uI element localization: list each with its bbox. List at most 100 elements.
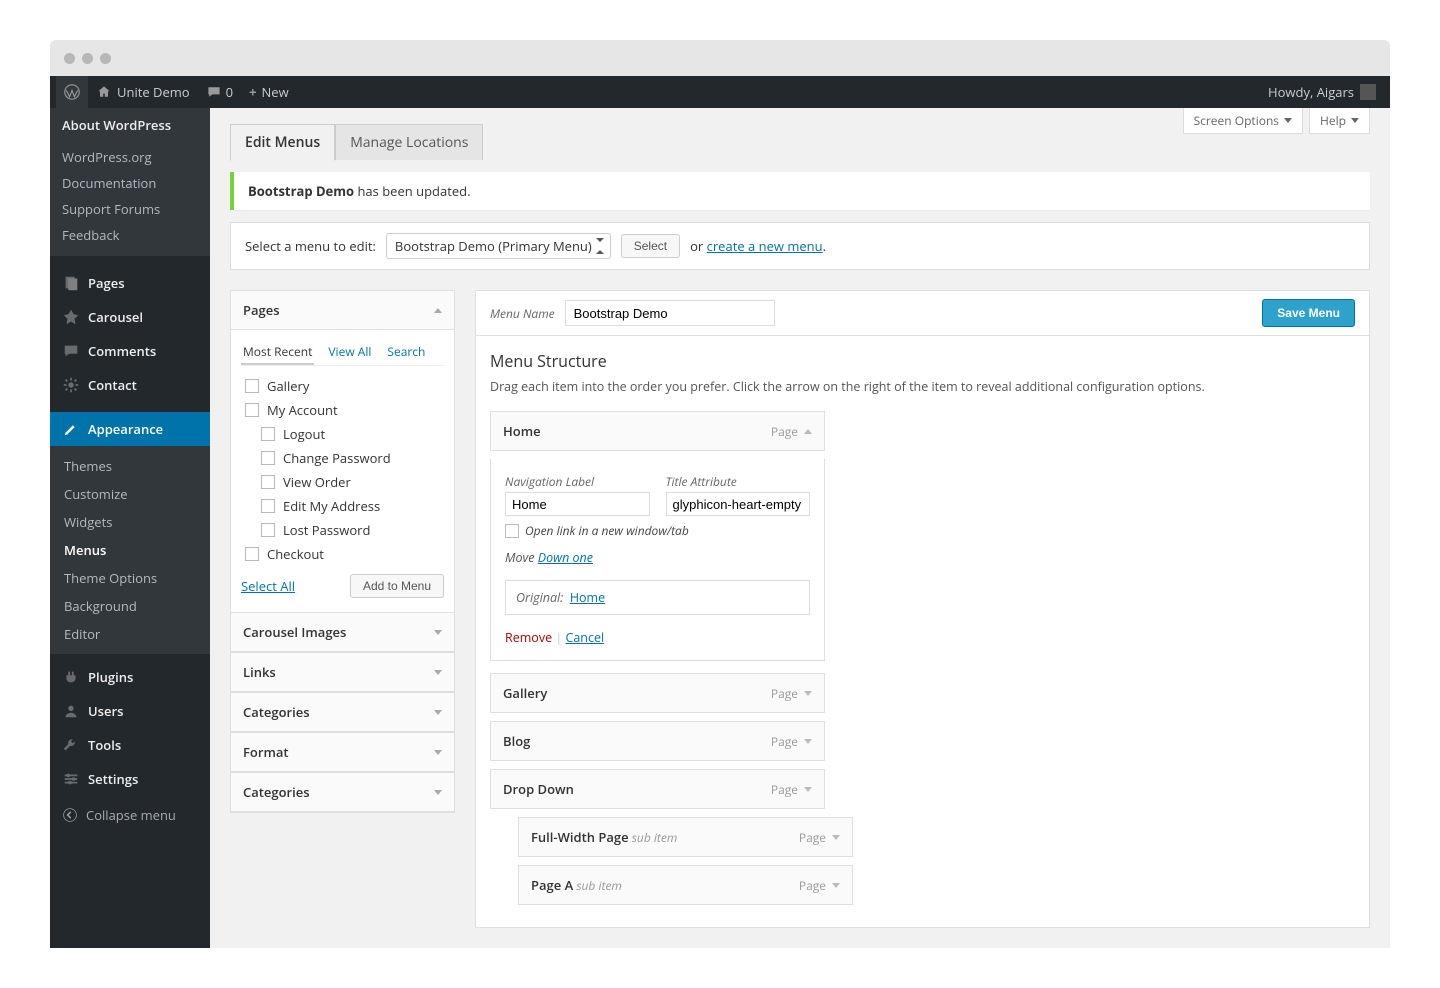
page-checkbox-item[interactable]: Lost Password	[241, 518, 444, 542]
howdy[interactable]: Howdy, Aigars	[1260, 76, 1384, 108]
checkbox[interactable]	[245, 547, 259, 561]
sidebar-background[interactable]: Background	[50, 592, 210, 620]
menu-item[interactable]: Page A sub itemPage	[518, 865, 853, 905]
page-checkbox-item[interactable]: Gallery	[241, 374, 444, 398]
accordion-section[interactable]: Carousel Images	[230, 612, 455, 653]
sidebar-editor[interactable]: Editor	[50, 620, 210, 648]
checkbox[interactable]	[245, 403, 259, 417]
menu-item-type: Page	[771, 781, 798, 798]
accordion-pages-head[interactable]: Pages	[231, 291, 454, 330]
sidebar-customize[interactable]: Customize	[50, 480, 210, 508]
menu-item[interactable]: Drop DownPage	[490, 769, 825, 809]
sidebar-docs[interactable]: Documentation	[62, 170, 198, 196]
tab-edit-menus[interactable]: Edit Menus	[230, 124, 335, 161]
move-down-link[interactable]: Down one	[538, 549, 593, 566]
admin-bar: Unite Demo 0 + New Howdy, Aigars	[50, 76, 1390, 108]
menu-item-type: Page	[799, 829, 826, 846]
sidebar-pages[interactable]: Pages	[50, 266, 210, 300]
select-button[interactable]: Select	[621, 234, 680, 258]
cancel-link[interactable]: Cancel	[565, 629, 604, 646]
add-to-menu-button[interactable]: Add to Menu	[350, 574, 444, 598]
sub-item-note: sub item	[629, 829, 678, 846]
caret-down-icon	[434, 710, 442, 715]
sidebar-plugins[interactable]: Plugins	[50, 660, 210, 694]
original-box: Original: Home	[505, 580, 810, 615]
menu-item-type: Page	[771, 685, 798, 702]
accordion-section[interactable]: Format	[230, 732, 455, 773]
sidebar-appearance[interactable]: Appearance	[50, 412, 210, 446]
caret-down-icon	[434, 670, 442, 675]
original-link[interactable]: Home	[570, 589, 605, 606]
comment-icon	[62, 342, 80, 360]
menu-panel: Menu Name Save Menu Menu Structure Drag …	[475, 290, 1370, 928]
collapse-menu[interactable]: Collapse menu	[50, 796, 210, 834]
menu-item[interactable]: BlogPage	[490, 721, 825, 761]
avatar	[1360, 84, 1376, 100]
sidebar-wporg[interactable]: WordPress.org	[62, 144, 198, 170]
menu-item[interactable]: GalleryPage	[490, 673, 825, 713]
select-all-link[interactable]: Select All	[241, 577, 295, 595]
gear-icon	[62, 376, 80, 394]
accordion-section[interactable]: Categories	[230, 692, 455, 733]
checkbox[interactable]	[261, 475, 275, 489]
sidebar-forums[interactable]: Support Forums	[62, 196, 198, 222]
nav-label-lbl: Navigation Label	[505, 473, 650, 490]
accordion-title: Categories	[243, 783, 310, 801]
screen-options-tab[interactable]: Screen Options	[1183, 108, 1303, 134]
menu-item[interactable]: Full-Width Page sub itemPage	[518, 817, 853, 857]
sidebar-tools[interactable]: Tools	[50, 728, 210, 762]
checkbox-label: Gallery	[267, 377, 309, 395]
sidebar-carousel[interactable]: Carousel	[50, 300, 210, 334]
filter-recent[interactable]: Most Recent	[241, 340, 314, 365]
open-new-label: Open link in a new window/tab	[525, 522, 689, 539]
page-checkbox-item[interactable]: Logout	[241, 422, 444, 446]
accordion-section[interactable]: Categories	[230, 772, 455, 813]
sidebar-users[interactable]: Users	[50, 694, 210, 728]
sidebar-comments[interactable]: Comments	[50, 334, 210, 368]
page-checkbox-item[interactable]: My Account	[241, 398, 444, 422]
sidebar-themes[interactable]: Themes	[50, 452, 210, 480]
caret-down-icon	[832, 835, 840, 840]
sidebar-contact[interactable]: Contact	[50, 368, 210, 402]
sliders-icon	[62, 770, 80, 788]
help-tab[interactable]: Help	[1309, 108, 1370, 134]
sidebar-about[interactable]: About WordPress	[50, 108, 210, 142]
sidebar-settings[interactable]: Settings	[50, 762, 210, 796]
checkbox[interactable]	[261, 427, 275, 441]
page-checkbox-item[interactable]: Change Password	[241, 446, 444, 470]
new-link[interactable]: + New	[241, 76, 297, 108]
sidebar-feedback[interactable]: Feedback	[62, 222, 198, 248]
create-menu-link[interactable]: create a new menu	[707, 237, 823, 255]
wp-logo[interactable]	[56, 76, 88, 108]
checkbox[interactable]	[261, 451, 275, 465]
menu-structure-heading: Menu Structure	[490, 350, 1355, 372]
save-menu-button[interactable]: Save Menu	[1262, 299, 1355, 327]
comments-link[interactable]: 0	[198, 76, 241, 108]
accordion-title: Categories	[243, 703, 310, 721]
site-link[interactable]: Unite Demo	[88, 76, 198, 108]
checkbox[interactable]	[261, 499, 275, 513]
admin-sidebar: About WordPress WordPress.org Documentat…	[50, 108, 210, 948]
sidebar-themeoptions[interactable]: Theme Options	[50, 564, 210, 592]
filter-viewall[interactable]: View All	[326, 340, 373, 365]
nav-label-input[interactable]	[505, 492, 650, 516]
remove-link[interactable]: Remove	[505, 629, 552, 646]
checkbox-label: Checkout	[267, 545, 324, 563]
plug-icon	[62, 668, 80, 686]
page-checkbox-item[interactable]: Edit My Address	[241, 494, 444, 518]
title-attr-input[interactable]	[666, 492, 811, 516]
checkbox[interactable]	[245, 379, 259, 393]
sidebar-menus[interactable]: Menus	[50, 536, 210, 564]
tab-manage-locations[interactable]: Manage Locations	[335, 124, 483, 160]
page-checkbox-item[interactable]: Checkout	[241, 542, 444, 566]
menu-item-home[interactable]: Home Page	[490, 411, 825, 451]
accordion-section[interactable]: Links	[230, 652, 455, 693]
menu-name-input[interactable]	[565, 300, 775, 326]
open-new-checkbox[interactable]	[505, 524, 519, 538]
filter-search[interactable]: Search	[385, 340, 427, 365]
menu-select[interactable]: Bootstrap Demo (Primary Menu)	[386, 233, 611, 259]
caret-down-icon	[1284, 118, 1292, 123]
checkbox[interactable]	[261, 523, 275, 537]
sidebar-widgets[interactable]: Widgets	[50, 508, 210, 536]
page-checkbox-item[interactable]: View Order	[241, 470, 444, 494]
